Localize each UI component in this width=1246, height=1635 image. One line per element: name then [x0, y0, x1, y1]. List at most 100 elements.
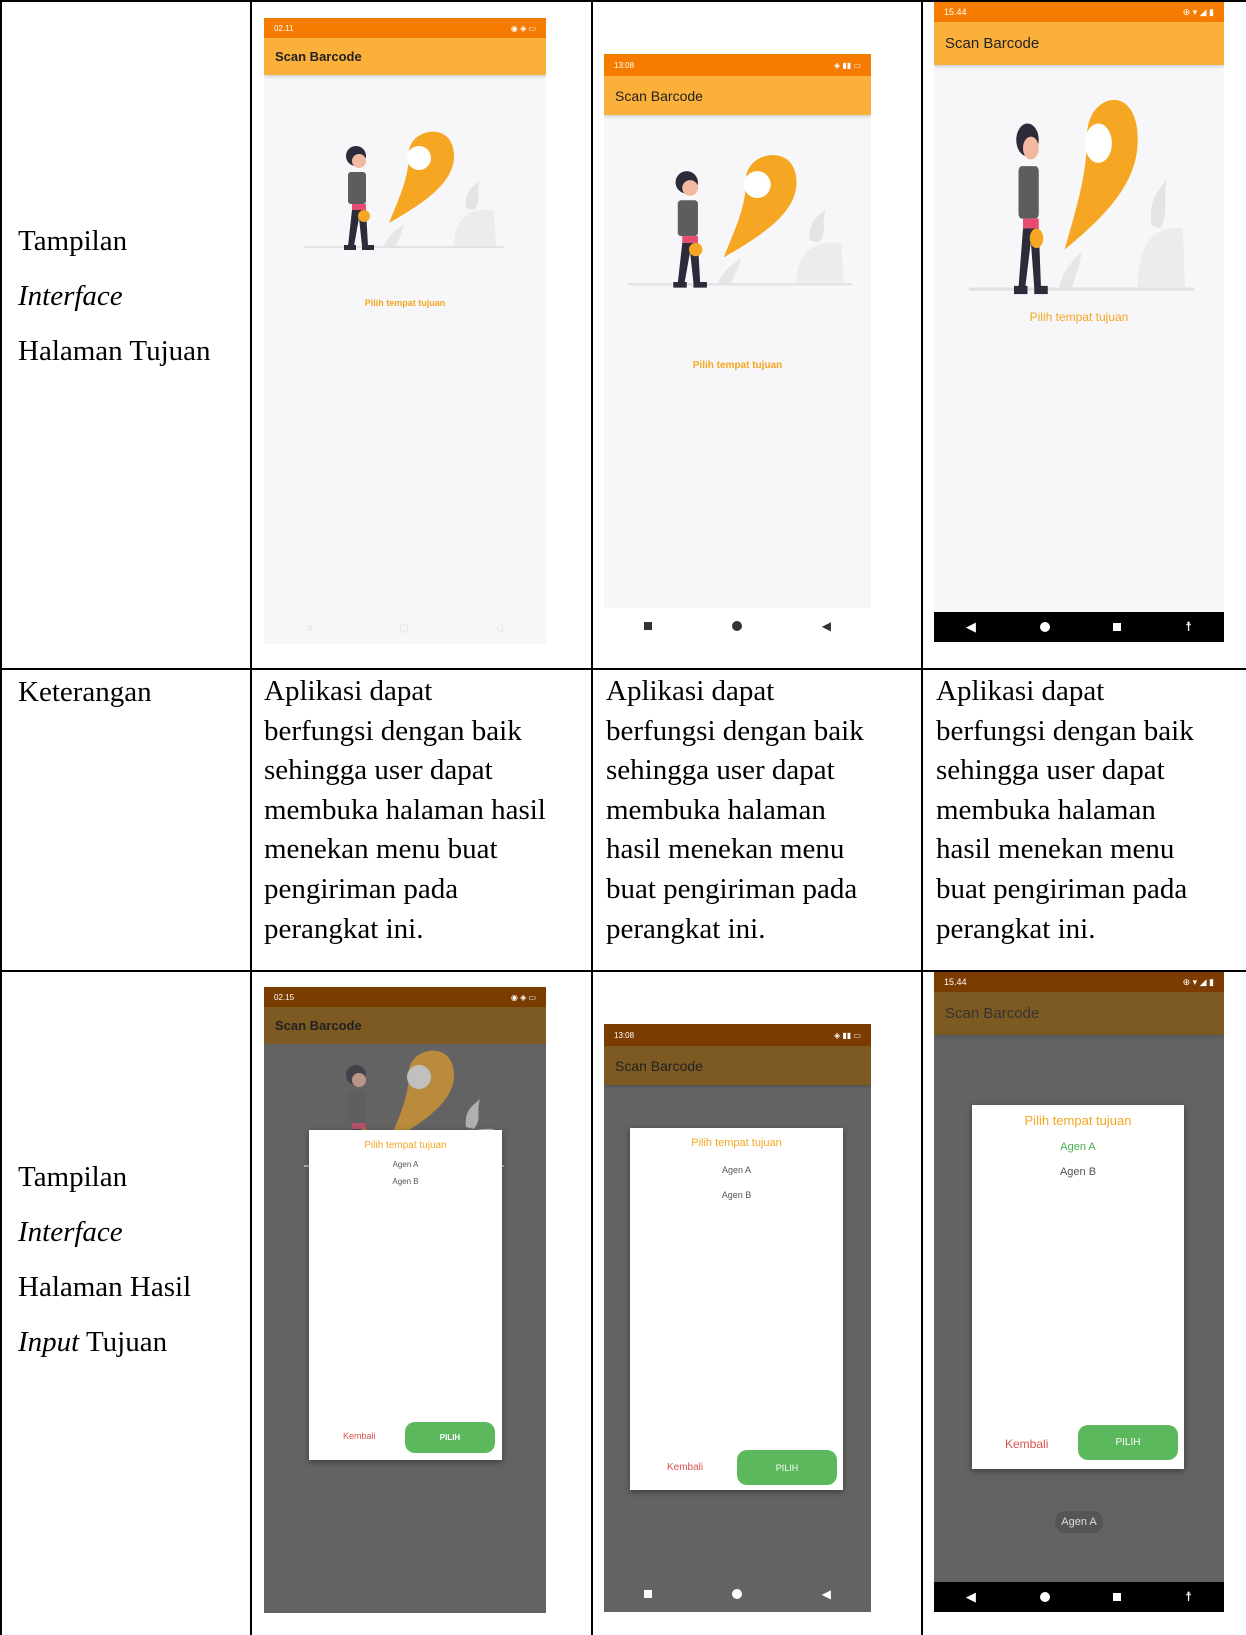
- status-icons: ◈ ▮▮ ▭: [834, 1030, 861, 1040]
- home-icon[interactable]: [1039, 622, 1050, 632]
- app-title: Scan Barcode: [615, 87, 703, 104]
- confirm-button[interactable]: PILIH: [1078, 1425, 1178, 1460]
- row1-label-line1: Tampilan: [18, 225, 128, 257]
- nav-bar-2: ◀: [604, 616, 871, 636]
- app-title: Scan Barcode: [615, 1057, 703, 1074]
- keterangan-line: membuka halaman hasil: [264, 793, 546, 826]
- app-title: Scan Barcode: [945, 1005, 1040, 1022]
- recents-icon[interactable]: [643, 622, 652, 630]
- dialog-title: Pilih tempat tujuan: [691, 1137, 782, 1149]
- confirm-button[interactable]: PILIH: [737, 1450, 837, 1485]
- nav-bar: ◀ ☨: [934, 1582, 1224, 1612]
- dialog-title: Pilih tempat tujuan: [1024, 1113, 1132, 1128]
- row1-label-line3: Halaman Tujuan: [18, 335, 211, 367]
- status-time: 02.11: [274, 23, 294, 33]
- keterangan-line: sehingga user dapat: [606, 754, 835, 787]
- home-icon[interactable]: [731, 621, 742, 631]
- keterangan-col1: Aplikasi dapat berfungsi dengan baik sehin…: [264, 672, 546, 949]
- location-illustration: [969, 99, 1194, 295]
- status-bar: 13:08 ◈ ▮▮ ▭: [604, 54, 871, 76]
- phone-screen-2: 13:08 ◈ ▮▮ ▭ Scan Barcode Pilih tempat t…: [604, 54, 871, 608]
- keterangan-line: Aplikasi dapat: [936, 675, 1105, 707]
- keterangan-line: perangkat ini.: [264, 912, 424, 945]
- status-bar: 15.44 ⊕ ▾ ◢ ▮: [934, 972, 1224, 992]
- app-title: Scan Barcode: [945, 35, 1040, 52]
- keterangan-line: membuka halaman: [936, 793, 1156, 826]
- keterangan-line: menekan menu buat: [264, 833, 498, 866]
- app-bar: Scan Barcode: [604, 1046, 871, 1085]
- app-bar: Scan Barcode: [264, 1007, 546, 1044]
- app-title: Scan Barcode: [275, 49, 362, 64]
- keterangan-line: berfungsi dengan baik: [936, 714, 1194, 747]
- keterangan-line: perangkat ini.: [606, 912, 766, 945]
- keterangan-line: perangkat ini.: [936, 912, 1096, 945]
- keterangan-line: berfungsi dengan baik: [606, 714, 864, 747]
- keterangan-line: berfungsi dengan baik: [264, 714, 522, 747]
- option-agen-a[interactable]: Agen A: [972, 1141, 1184, 1153]
- home-icon[interactable]: [731, 1589, 742, 1599]
- keterangan-line: Aplikasi dapat: [264, 675, 433, 707]
- table-divider-2: [591, 0, 593, 1635]
- pick-destination-link[interactable]: Pilih tempat tujuan: [934, 310, 1224, 324]
- location-illustration: [628, 155, 853, 288]
- keterangan-line: sehingga user dapat: [936, 754, 1165, 787]
- destination-dialog: Pilih tempat tujuan Agen A Agen B Kembal…: [309, 1130, 502, 1460]
- back-icon[interactable]: ◀: [966, 1589, 976, 1605]
- menu-icon[interactable]: ≡: [307, 623, 313, 634]
- status-bar: 02.11 ◉ ◈ ▭: [264, 18, 546, 38]
- status-icons: ◉ ◈ ▭: [510, 992, 536, 1002]
- pick-destination-link[interactable]: Pilih tempat tujuan: [264, 298, 546, 308]
- back-icon[interactable]: ◀: [966, 619, 976, 635]
- phone-screen-3: 15.44 ⊕ ▾ ◢ ▮ Scan Barcode Pilih tempat …: [934, 2, 1224, 642]
- back-button[interactable]: Kembali: [343, 1431, 376, 1441]
- table-row-divider-1: [0, 668, 1246, 670]
- option-agen-b[interactable]: Agen B: [309, 1177, 502, 1186]
- row3-label-line3: Halaman Hasil: [18, 1271, 192, 1303]
- status-time: 13:08: [614, 1030, 635, 1040]
- back-icon[interactable]: ◀: [822, 619, 831, 634]
- destination-dialog: Pilih tempat tujuan Agen A Agen B Kembal…: [972, 1105, 1184, 1469]
- recents-icon[interactable]: [1113, 1593, 1122, 1601]
- keterangan-line: buat pengiriman pada: [936, 872, 1188, 905]
- row1-label-line2: Interface: [18, 280, 123, 312]
- row1-label: Tampilan Interface Halaman Tujuan: [18, 214, 211, 379]
- option-agen-b[interactable]: Agen B: [630, 1190, 843, 1200]
- home-icon[interactable]: ▢: [399, 623, 408, 634]
- keterangan-line: hasil menekan menu: [936, 833, 1175, 866]
- keterangan-col2: Aplikasi dapat berfungsi dengan baik sehin…: [606, 672, 864, 949]
- home-icon[interactable]: [1039, 1592, 1050, 1602]
- status-bar: 02.15 ◉ ◈ ▭: [264, 987, 546, 1007]
- status-time: 15.44: [944, 977, 967, 987]
- accessibility-icon[interactable]: ☨: [1185, 1589, 1192, 1605]
- pick-destination-link[interactable]: Pilih tempat tujuan: [604, 360, 871, 371]
- back-icon[interactable]: ◁: [495, 623, 503, 634]
- row3-label-line1: Tampilan: [18, 1161, 128, 1193]
- keterangan-line: Aplikasi dapat: [606, 675, 775, 707]
- keterangan-line: pengiriman pada: [264, 872, 459, 905]
- recents-icon[interactable]: [643, 1590, 652, 1598]
- phone-screen-1: 02.11 ◉ ◈ ▭ Scan Barcode Pilih tempat tu…: [264, 18, 546, 644]
- confirm-button[interactable]: PILIH: [405, 1422, 495, 1453]
- status-time: 13:08: [614, 60, 635, 70]
- option-agen-b[interactable]: Agen B: [972, 1166, 1184, 1178]
- nav-bar: ≡ ▢ ◁: [264, 618, 546, 638]
- table-divider-1: [250, 0, 252, 1635]
- selection-toast: Agen A: [1055, 1511, 1103, 1533]
- option-agen-a[interactable]: Agen A: [309, 1160, 502, 1169]
- table-border-left: [0, 0, 2, 1635]
- keterangan-line: buat pengiriman pada: [606, 872, 858, 905]
- status-icons: ◈ ▮▮ ▭: [834, 60, 861, 70]
- back-button[interactable]: Kembali: [1005, 1437, 1048, 1451]
- status-time: 02.15: [274, 992, 295, 1002]
- app-title: Scan Barcode: [275, 1018, 362, 1033]
- nav-bar: ◀ ☨: [934, 612, 1224, 642]
- option-agen-a[interactable]: Agen A: [630, 1165, 843, 1175]
- recents-icon[interactable]: [1113, 623, 1122, 631]
- accessibility-icon[interactable]: ☨: [1185, 619, 1192, 635]
- back-button[interactable]: Kembali: [667, 1462, 703, 1473]
- back-icon[interactable]: ◀: [822, 1587, 831, 1601]
- phone-screen-5: 13:08 ◈ ▮▮ ▭ Scan Barcode Pilih tempat t…: [604, 1024, 871, 1612]
- destination-dialog: Pilih tempat tujuan Agen A Agen B Kembal…: [630, 1128, 843, 1490]
- keterangan-line: sehingga user dapat: [264, 754, 493, 787]
- keterangan-line: membuka halaman: [606, 793, 826, 826]
